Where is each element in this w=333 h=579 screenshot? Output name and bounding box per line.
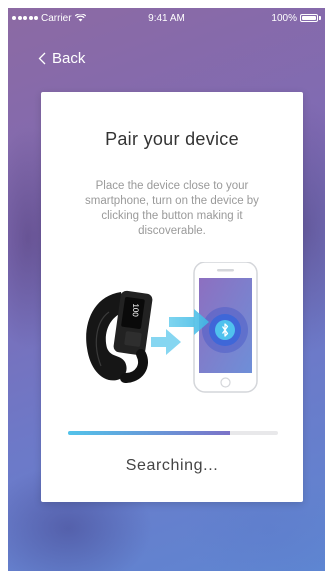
card-description: Place the device close to your smartphon… bbox=[85, 180, 259, 237]
search-progress-bar bbox=[68, 431, 278, 435]
status-bar: Carrier 9:41 AM 100% bbox=[8, 8, 325, 28]
battery-icon bbox=[300, 14, 318, 22]
battery-tip bbox=[319, 16, 321, 20]
search-status-text: Searching... bbox=[125, 457, 219, 474]
back-label: Back bbox=[52, 50, 86, 67]
pairing-illustration: 100 bbox=[86, 262, 258, 393]
card-title: Pair your device bbox=[105, 129, 239, 149]
battery-percent: 100% bbox=[271, 12, 297, 24]
pairing-card: Pair your device Place the device close … bbox=[41, 92, 303, 502]
fitness-band-illustration: 100 bbox=[86, 290, 153, 383]
back-button[interactable]: Back bbox=[38, 50, 85, 67]
status-right: 100% bbox=[271, 13, 321, 24]
app-screen: Carrier 9:41 AM 100% Back Pair your devi… bbox=[8, 8, 325, 571]
band-display: 100 bbox=[131, 303, 140, 317]
phone-illustration bbox=[193, 262, 258, 393]
search-progress-fill bbox=[68, 431, 230, 435]
chevron-left-icon bbox=[38, 52, 46, 65]
